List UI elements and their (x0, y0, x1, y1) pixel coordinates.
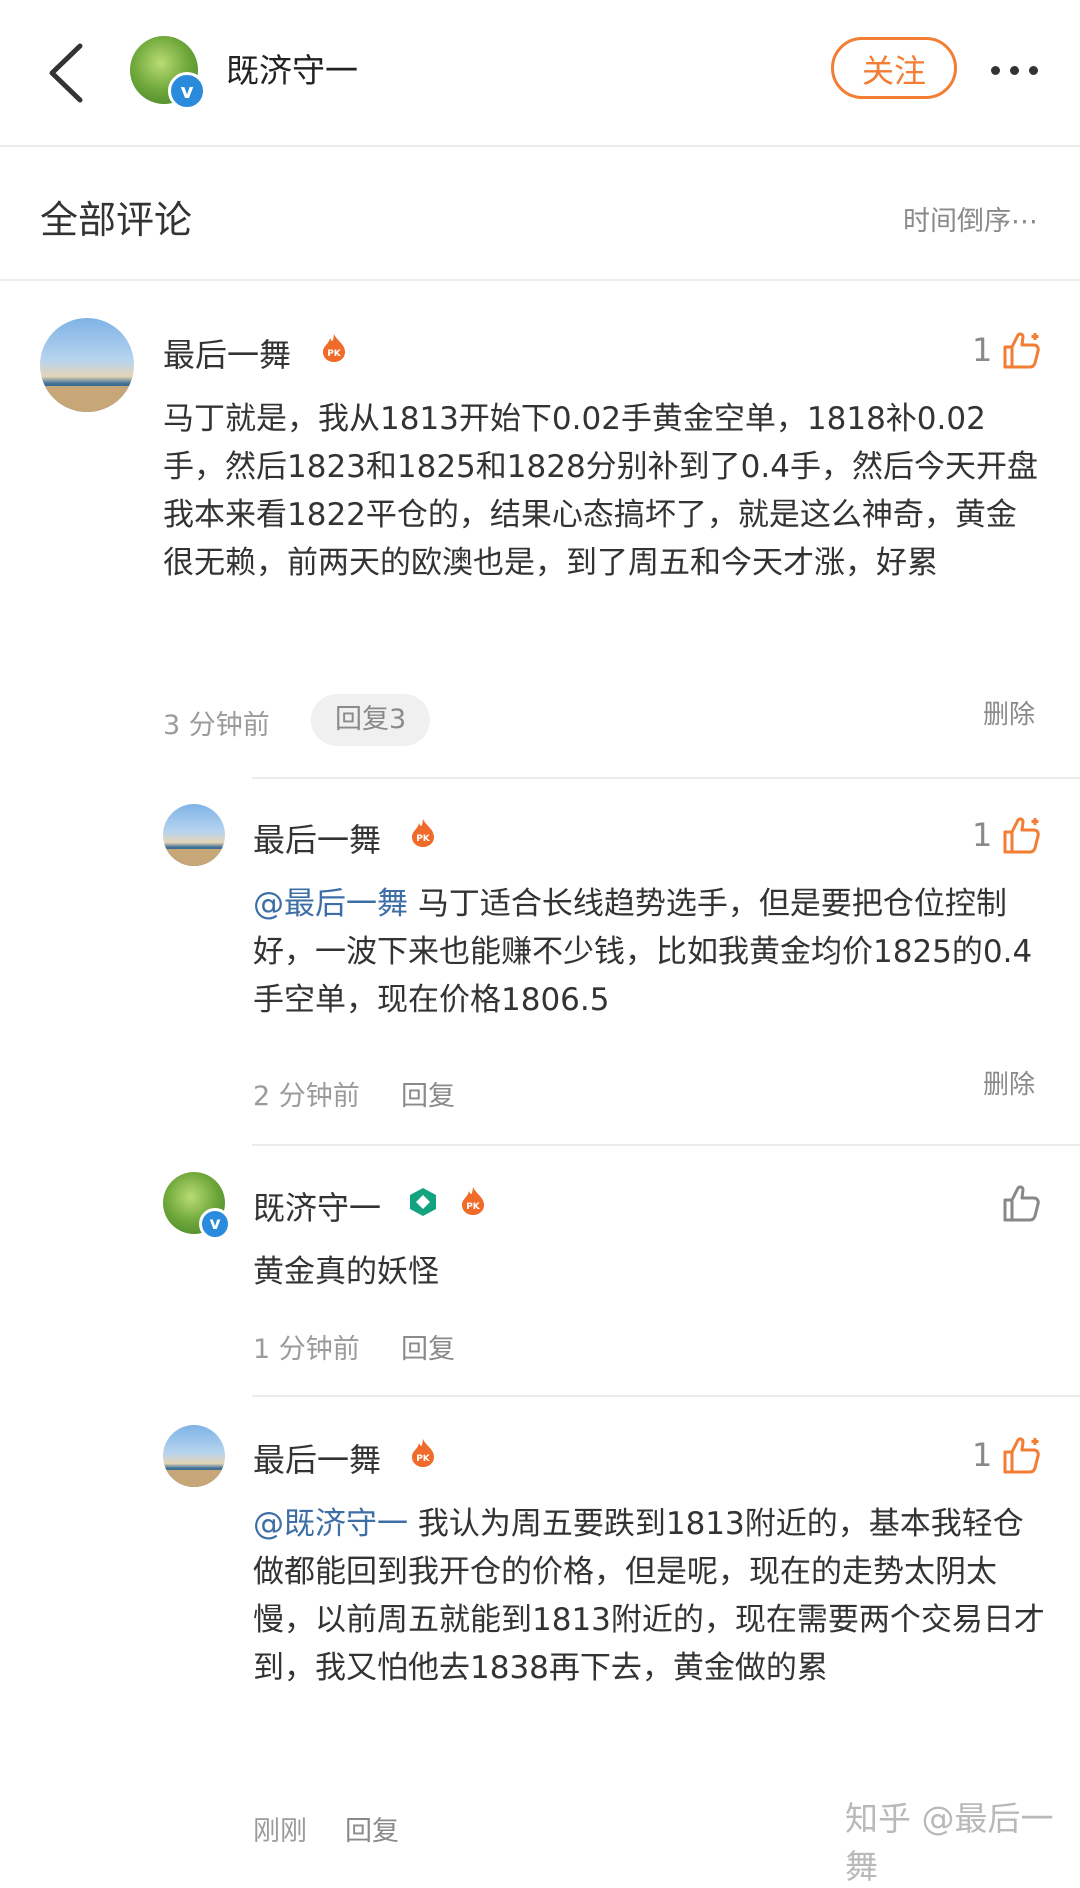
reply-text: 黄金真的妖怪 (253, 1254, 439, 1290)
reply-avatar[interactable]: v (163, 1172, 231, 1240)
username[interactable]: 既济守一 (226, 44, 358, 92)
top-bar: v 既济守一 关注 (0, 0, 1080, 147)
pk-flame-icon: PK (412, 819, 434, 847)
pk-flame-icon: PK (412, 1439, 434, 1467)
reply-count-button[interactable]: 回复3 (311, 694, 431, 746)
comment-author[interactable]: 最后一舞 (163, 330, 291, 376)
reply-time: 1 分钟前 (253, 1334, 360, 1365)
thumbs-up-icon[interactable] (1002, 1183, 1042, 1223)
reply-button[interactable]: 回复 (345, 1809, 399, 1848)
comment-time: 3 分钟前 (163, 710, 270, 741)
follow-button[interactable]: 关注 (831, 37, 957, 99)
mention-link[interactable]: @既济守一 (253, 1506, 408, 1542)
reply-time: 刚刚 (253, 1816, 307, 1847)
delete-button[interactable]: 删除 (983, 694, 1035, 731)
thumbs-up-icon[interactable] (1002, 815, 1042, 855)
thumbs-up-icon[interactable] (1002, 1435, 1042, 1475)
thumbs-up-icon[interactable] (1002, 330, 1042, 370)
sort-toggle[interactable]: 时间倒序⋯ (903, 199, 1038, 238)
svg-text:PK: PK (466, 1202, 481, 1212)
svg-text:PK: PK (416, 834, 431, 844)
delete-button[interactable]: 删除 (983, 1064, 1035, 1101)
user-avatar[interactable]: v (130, 36, 206, 110)
commenter-avatar[interactable] (40, 318, 134, 412)
reply-button[interactable]: 回复 (401, 1327, 455, 1366)
comment-text: 马丁就是，我从1813开始下0.02手黄金空单，1818补0.02手，然后182… (163, 401, 1038, 581)
back-arrow-icon[interactable] (42, 38, 92, 108)
mention-link[interactable]: @最后一舞 (253, 886, 408, 922)
pk-flame-icon: PK (323, 334, 345, 362)
comments-header: 全部评论 时间倒序⋯ (0, 147, 1080, 281)
reply-time: 2 分钟前 (253, 1081, 360, 1112)
svg-text:PK: PK (416, 1454, 431, 1464)
pk-flame-icon: PK (462, 1187, 484, 1215)
divider (252, 1144, 1080, 1146)
verified-badge-icon: v (168, 72, 206, 110)
reply-author[interactable]: 既济守一 (253, 1183, 381, 1229)
reply-text: @既济守一 我认为周五要跌到1813附近的，基本我轻仓做都能回到我开仓的价格，但… (253, 1500, 1048, 1692)
reply-button[interactable]: 回复 (401, 1074, 455, 1113)
divider (252, 777, 1080, 779)
reply-text: @最后一舞 马丁适合长线趋势选手，但是要把仓位控制好，一波下来也能赚不少钱，比如… (253, 880, 1043, 1024)
reply-avatar[interactable] (163, 804, 225, 866)
section-title: 全部评论 (40, 198, 193, 242)
reply-author[interactable]: 最后一舞 (253, 1435, 381, 1481)
divider (252, 1395, 1080, 1397)
reply-author[interactable]: 最后一舞 (253, 815, 381, 861)
watermark: 知乎 @最后一舞 (845, 1799, 1054, 1886)
like-count: 1 (972, 816, 993, 854)
more-options-icon[interactable] (985, 40, 1045, 100)
svg-text:PK: PK (327, 349, 342, 359)
like-count: 1 (972, 331, 993, 369)
like-count: 1 (972, 1436, 993, 1474)
verified-badge-icon: v (199, 1208, 231, 1240)
reply-avatar[interactable] (163, 1425, 225, 1487)
member-badge-icon (410, 1188, 436, 1216)
